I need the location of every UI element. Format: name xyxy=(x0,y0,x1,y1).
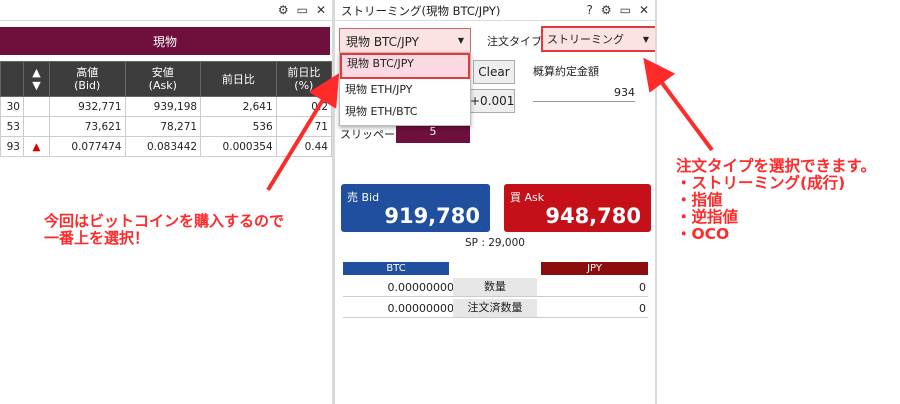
right-annotation: 注文タイプを選択できます。 ・ストリーミング(成行) ・指値 ・逆指値 ・OCO xyxy=(676,157,876,243)
arrow-to-order-type xyxy=(643,57,714,152)
arrow-to-pair xyxy=(266,73,340,192)
left-annotation: 今回はビットコインを購入するので 一番上を選択！ xyxy=(44,212,285,247)
